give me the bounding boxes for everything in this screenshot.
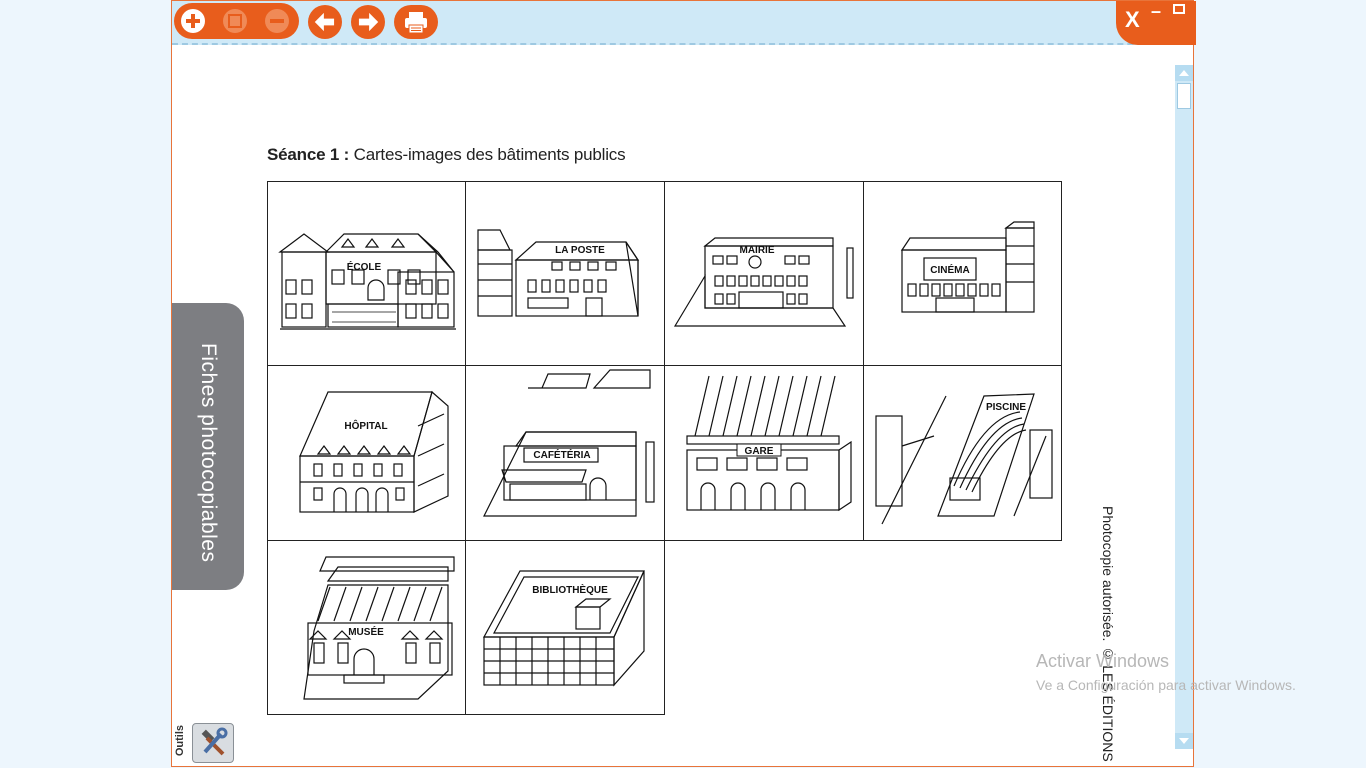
card-cinema: CINÉMA <box>863 181 1062 366</box>
side-tab-fiches[interactable]: Fiches photocopiables <box>172 303 244 590</box>
windows-activation-subtitle: Ve a Configuración para activar Windows. <box>1036 677 1296 693</box>
document-page: Séance 1 : Cartes-images des bâtiments p… <box>172 47 1175 767</box>
plus-icon <box>181 9 205 33</box>
scroll-up-arrow[interactable] <box>1175 65 1193 81</box>
heading-text: Cartes-images des bâtiments publics <box>349 145 626 164</box>
card-label: GARE <box>745 446 774 457</box>
tools-label: Outils <box>174 725 186 757</box>
minimize-button[interactable]: – <box>1151 1 1161 22</box>
previous-page-button[interactable] <box>308 5 342 39</box>
chevron-down-icon <box>1179 738 1189 744</box>
toolbar: X – <box>172 1 1196 45</box>
swimming-pool-drawing: PISCINE <box>875 393 1053 525</box>
card-label: LA POSTE <box>555 245 605 256</box>
scroll-down-arrow[interactable] <box>1175 733 1193 749</box>
zoom-in-button[interactable] <box>178 6 208 36</box>
cafeteria-drawing: CAFÉTÉRIA <box>483 369 655 517</box>
minus-icon <box>265 9 289 33</box>
chevron-up-icon <box>1179 70 1189 76</box>
cinema-drawing: CINÉMA <box>900 221 1035 313</box>
wrench-hammer-icon <box>201 727 228 756</box>
page-heading: Séance 1 : Cartes-images des bâtiments p… <box>267 145 626 165</box>
fit-page-icon <box>223 9 247 33</box>
post-office-drawing: LA POSTE <box>477 229 640 317</box>
card-label: MAIRIE <box>740 245 775 256</box>
card-label: CINÉMA <box>930 263 969 276</box>
print-button[interactable] <box>394 5 438 39</box>
town-hall-drawing: MAIRIE <box>673 237 854 327</box>
tools-button[interactable] <box>192 723 234 763</box>
museum-drawing: MUSÉE <box>303 556 455 700</box>
train-station-drawing: GARE <box>686 375 852 512</box>
library-drawing: BIBLIOTHÈQUE <box>482 570 645 687</box>
card-hopital: HÔPITAL <box>267 365 466 541</box>
card-label: ÉCOLE <box>347 260 382 273</box>
picture-card-grid: ÉCOLE LA POSTE MAIRIE CINÉMA HÔPITAL CAF… <box>267 181 1062 715</box>
maximize-button[interactable] <box>1173 4 1185 14</box>
card-ecole: ÉCOLE <box>267 181 466 366</box>
card-label: CAFÉTÉRIA <box>533 448 590 461</box>
close-button[interactable]: X <box>1125 7 1140 33</box>
arrow-left-icon <box>314 12 335 32</box>
card-musee: MUSÉE <box>267 540 466 715</box>
card-label: HÔPITAL <box>344 419 387 432</box>
windows-activation-title: Activar Windows <box>1036 651 1170 671</box>
heading-label: Séance 1 : <box>267 145 350 164</box>
viewer-window: X – Séance 1 : Cartes-images des bâtimen… <box>171 0 1296 767</box>
scroll-thumb[interactable] <box>1177 83 1191 109</box>
copyright-notice: Photocopie autorisée. © LES ÉDITIONS <box>1100 506 1116 762</box>
next-page-button[interactable] <box>351 5 385 39</box>
card-la-poste: LA POSTE <box>465 181 665 366</box>
tools-panel: Outils <box>172 719 238 767</box>
card-cafeteria: CAFÉTÉRIA <box>465 365 665 541</box>
zoom-out-button[interactable] <box>262 6 292 36</box>
fit-page-button[interactable] <box>220 6 250 36</box>
window-controls: X – <box>1116 1 1196 45</box>
card-piscine: PISCINE <box>863 365 1062 541</box>
card-label: BIBLIOTHÈQUE <box>532 583 608 596</box>
arrow-right-icon <box>358 12 379 32</box>
card-label: PISCINE <box>986 402 1026 413</box>
printer-icon <box>405 12 427 34</box>
card-mairie: MAIRIE <box>664 181 864 366</box>
hospital-drawing: HÔPITAL <box>299 390 449 513</box>
side-tab-label: Fiches photocopiables <box>197 343 220 563</box>
card-label: MUSÉE <box>348 625 384 638</box>
school-drawing: ÉCOLE <box>278 233 456 330</box>
vertical-scrollbar[interactable] <box>1175 65 1193 749</box>
card-gare: GARE <box>664 365 864 541</box>
card-bibliotheque: BIBLIOTHÈQUE <box>465 540 665 715</box>
